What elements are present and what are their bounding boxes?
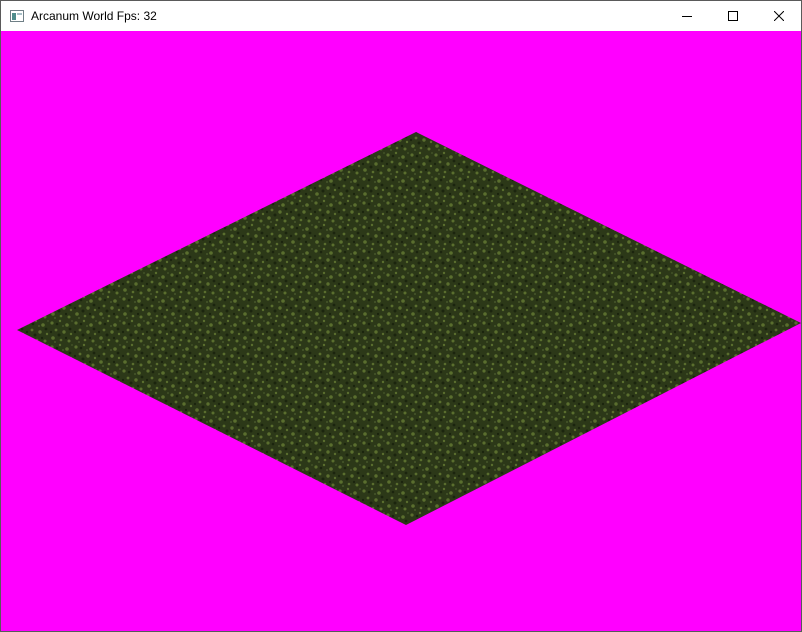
app-window-icon[interactable] <box>10 9 24 23</box>
window-title: Arcanum World Fps: 32 <box>31 9 157 23</box>
minimize-button[interactable] <box>664 1 710 31</box>
maximize-button[interactable] <box>710 1 756 31</box>
close-icon <box>774 11 784 21</box>
world-canvas[interactable] <box>1 31 801 631</box>
minimize-icon <box>682 16 692 17</box>
game-viewport[interactable] <box>1 31 801 631</box>
close-button[interactable] <box>756 1 802 31</box>
maximize-icon <box>728 11 738 21</box>
title-bar[interactable]: Arcanum World Fps: 32 <box>1 1 801 31</box>
app-window: Arcanum World Fps: 32 <box>0 0 802 632</box>
